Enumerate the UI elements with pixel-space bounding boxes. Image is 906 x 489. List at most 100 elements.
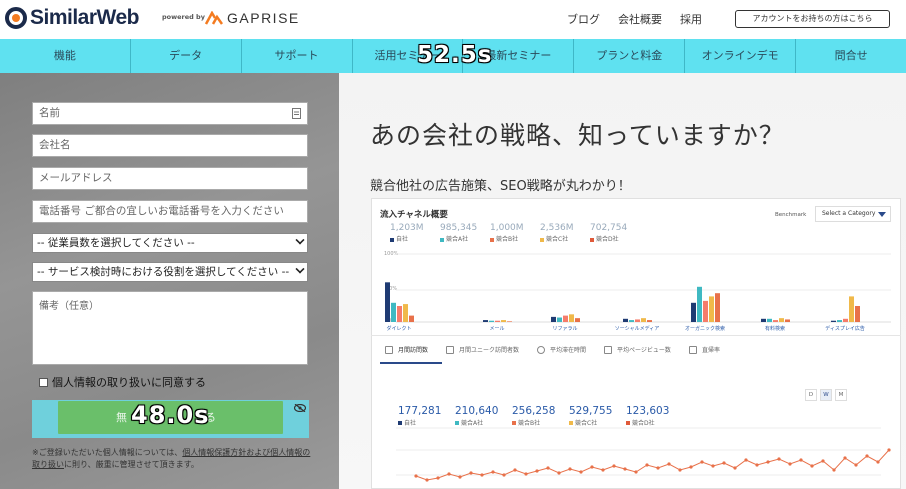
series-point xyxy=(601,468,605,472)
bar xyxy=(785,319,790,322)
submit-label-start: 無 xyxy=(116,411,127,424)
series-point xyxy=(832,468,836,472)
stat-label: 自社 xyxy=(390,234,408,243)
tab-label: 平均滞在時間 xyxy=(550,347,587,354)
stat-label: 競合D社 xyxy=(590,234,619,243)
series-point xyxy=(491,470,495,474)
tab-unique-visitors[interactable]: 月間ユニーク訪問者数 xyxy=(446,345,519,354)
stat-value: 702,754 xyxy=(590,223,628,233)
bar xyxy=(507,321,512,322)
bar xyxy=(385,282,390,322)
phone-field[interactable]: 電話番号 ご都合の宜しいお電話番号を入力ください xyxy=(32,200,308,223)
employees-select[interactable]: -- 従業員数を選択してください -- xyxy=(32,233,308,253)
stat-value: 256,258 xyxy=(512,405,556,417)
stat-value: 985,345 xyxy=(440,223,478,233)
channel-label: ソーシャルメディア xyxy=(615,325,660,332)
stat-value: 2,536M xyxy=(540,223,574,233)
bar xyxy=(855,306,860,322)
bar xyxy=(635,319,640,322)
bar xyxy=(623,318,628,322)
series-point xyxy=(524,472,528,476)
stat-value: 1,000M xyxy=(490,223,524,233)
notes-textarea[interactable]: 備考（任意） xyxy=(32,291,308,365)
series-point xyxy=(535,469,539,473)
series-point xyxy=(755,463,759,467)
contact-card-icon xyxy=(292,108,301,119)
bar xyxy=(483,320,488,322)
bar xyxy=(629,320,634,322)
nav-item-support[interactable]: サポート xyxy=(242,39,353,73)
tab-label: 平均ページビュー数 xyxy=(617,347,671,354)
series-point xyxy=(799,458,803,462)
role-select-value: -- サービス検討時における役割を選択してください -- xyxy=(37,266,290,278)
series-point xyxy=(425,478,429,482)
nav-item-features[interactable]: 機能 xyxy=(0,39,131,73)
tab-avg-duration[interactable]: 平均滞在時間 xyxy=(537,345,586,354)
top-link-company[interactable]: 会社概要 xyxy=(618,11,662,27)
stat-value: 177,281 xyxy=(398,405,442,417)
series-point xyxy=(711,464,715,468)
eye-off-icon[interactable] xyxy=(294,404,306,412)
bar xyxy=(773,320,778,322)
top-bar: SimilarWeb powered by GAPRISE ブログ 会社概要 採… xyxy=(0,0,906,38)
top-link-recruit[interactable]: 採用 xyxy=(680,11,702,27)
role-select[interactable]: -- サービス検討時における役割を選択してください -- xyxy=(32,262,308,282)
nav-item-contact[interactable]: 問合せ xyxy=(796,39,906,73)
tab-monthly-visits[interactable]: 月間訪問数 xyxy=(385,345,428,354)
nav-item-online-demo[interactable]: オンラインデモ xyxy=(685,39,797,73)
bar xyxy=(397,306,402,322)
stat-value: 529,755 xyxy=(569,405,613,417)
consent-row[interactable]: 個人情報の取り扱いに同意する xyxy=(39,374,206,390)
bar xyxy=(849,296,854,322)
similarweb-logo[interactable]: SimilarWeb xyxy=(5,6,139,30)
series-point xyxy=(645,463,649,467)
bar xyxy=(843,318,848,322)
nav-item-pricing[interactable]: プランと料金 xyxy=(574,39,686,73)
email-field[interactable]: メールアドレス xyxy=(32,167,308,190)
bar xyxy=(403,304,408,322)
stat-label: 競合A社 xyxy=(440,234,468,243)
hero-title: あの会社の戦略、知っていますか？ xyxy=(370,121,785,150)
bar xyxy=(391,302,396,322)
trend-icon xyxy=(688,345,697,354)
stat-value: 1,203M xyxy=(390,223,424,233)
stat-value: 123,603 xyxy=(626,405,670,417)
bar xyxy=(837,320,842,322)
series-point xyxy=(876,460,880,464)
bar xyxy=(703,300,708,322)
top-link-blog[interactable]: ブログ xyxy=(567,11,600,27)
name-field[interactable]: 名前 xyxy=(32,102,308,125)
series-point xyxy=(766,460,770,464)
calendar-icon xyxy=(385,345,393,354)
series-point xyxy=(788,462,792,466)
category-select[interactable]: Select a Category xyxy=(815,206,891,222)
tab-pageviews[interactable]: 平均ページビュー数 xyxy=(604,345,671,354)
series-point xyxy=(634,470,638,474)
stat-label: 競合C社 xyxy=(540,234,568,243)
company-field[interactable]: 会社名 xyxy=(32,134,308,157)
account-login-button[interactable]: アカウントをお持ちの方はこちら xyxy=(735,10,890,28)
series-point xyxy=(436,476,440,480)
granularity-day[interactable]: D xyxy=(805,389,817,401)
channel-label: 有料検索 xyxy=(765,325,785,332)
bar xyxy=(569,314,574,322)
series-point xyxy=(513,468,517,472)
dashboard-title: 流入チャネル概要 xyxy=(380,210,448,220)
series-point xyxy=(667,462,671,466)
channel-bar-chart: ダイレクト メール リファラル ソーシャルメディア オーガニック検索 有料検索 ディスプレイ… xyxy=(385,253,891,332)
tab-bounce-rate[interactable]: 直帰率 xyxy=(688,345,720,354)
channel-label: メール xyxy=(489,326,504,332)
series-point xyxy=(469,471,473,475)
nav-item-data[interactable]: データ xyxy=(131,39,242,73)
similarweb-logo-icon xyxy=(5,7,27,29)
privacy-note: ※ご登録いただいた個人情報については、個人情報保護方針および個人情報の取り扱いに… xyxy=(32,447,312,471)
granularity-month[interactable]: M xyxy=(835,389,847,401)
series-point xyxy=(700,460,704,464)
brand-name: SimilarWeb xyxy=(30,6,139,29)
gaprise-logo[interactable]: GAPRISE xyxy=(205,10,300,26)
series-point xyxy=(612,464,616,468)
granularity-week[interactable]: W xyxy=(820,389,832,401)
tab-label: 月間ユニーク訪問者数 xyxy=(459,347,520,354)
series-point xyxy=(777,457,781,461)
consent-checkbox[interactable] xyxy=(39,377,48,387)
